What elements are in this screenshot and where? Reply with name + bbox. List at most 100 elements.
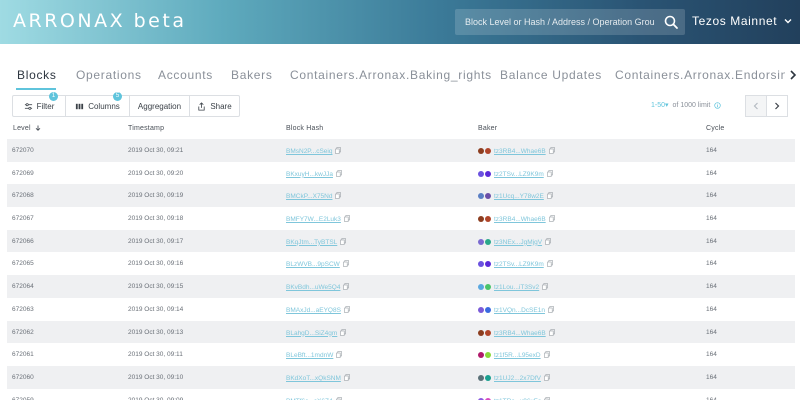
app-logo[interactable]: ARRONAX beta [13, 10, 186, 32]
baker-identicon-dot [478, 148, 484, 154]
table-row[interactable]: 672061 2019 Oct 30, 09:11 BLeBft...1mdnW tz… [7, 343, 795, 366]
copy-icon[interactable] [544, 374, 550, 381]
baker-address-link[interactable]: tz2TSv...LZ9K9m [494, 261, 544, 268]
cell-block-hash: BLahgD...SiZ4gm [286, 328, 347, 337]
copy-icon[interactable] [335, 192, 342, 200]
block-hash-link[interactable]: BKxuyH...kwJJa [286, 171, 333, 178]
copy-icon[interactable] [545, 237, 551, 245]
block-hash-link[interactable]: BMAxJd...aEYQ8S [286, 307, 341, 314]
table-row[interactable]: 672066 2019 Oct 30, 09:17 BKqJtm...TyBTSL t… [7, 229, 795, 253]
block-hash-link[interactable]: BLahgD...SiZ4gm [286, 330, 337, 337]
cell-baker: tz2TSv...LZ9K9m [478, 260, 553, 268]
tab-baking-rights[interactable]: Containers.Arronax.Baking_rights [290, 68, 492, 82]
cell-timestamp: 2019 Oct 30, 09:11 [128, 351, 183, 359]
copy-icon[interactable] [548, 215, 555, 222]
table-row[interactable]: 672068 2019 Oct 30, 09:19 BMCkP...X75Nd tz1… [7, 184, 795, 208]
table-row[interactable]: 672069 2019 Oct 30, 09:20 BKxuyH...kwJJa tz… [7, 162, 795, 185]
copy-icon[interactable] [335, 396, 342, 400]
copy-icon[interactable] [340, 237, 347, 245]
search-input[interactable] [455, 9, 655, 35]
cell-baker: tz1Lou...iT3Sv2 [478, 283, 548, 291]
table-row[interactable]: 672060 2019 Oct 30, 09:10 BKdXoT...xQkSNM t… [7, 365, 795, 389]
info-icon[interactable] [714, 101, 721, 109]
block-hash-link[interactable]: BLzWVB...9pSCW [286, 261, 340, 268]
cell-cycle: 164 [706, 237, 717, 245]
copy-icon[interactable] [336, 351, 343, 358]
pagination-info: 1-50▾ of 1000 limit [651, 101, 721, 109]
tab-endorsing-rights[interactable]: Containers.Arronax.Endorsing_ [615, 68, 785, 82]
column-header-cycle[interactable]: Cycle [706, 125, 725, 132]
copy-icon[interactable] [548, 147, 555, 154]
copy-icon[interactable] [548, 306, 554, 313]
columns-icon [76, 103, 84, 109]
copy-icon[interactable] [544, 396, 551, 400]
tab-accounts[interactable]: Accounts [158, 68, 213, 82]
table-row[interactable]: 672070 2019 Oct 30, 09:21 BMsN2P...cSeiq tz… [7, 139, 795, 162]
baker-address-link[interactable]: tz1Ucq...Y78w2E [494, 193, 544, 200]
copy-icon[interactable] [546, 169, 553, 177]
next-page-button[interactable] [766, 95, 788, 117]
copy-icon[interactable] [344, 374, 350, 381]
baker-address-link[interactable]: tz3NEx...JgMjgV [494, 239, 542, 246]
baker-address-link[interactable]: tz1UJ2...2x7DfV [494, 375, 541, 382]
search-icon[interactable] [663, 14, 679, 30]
copy-icon[interactable] [547, 192, 553, 200]
baker-address-link[interactable]: tz1VQn...DcSE1n [494, 307, 545, 314]
cell-cycle: 164 [706, 260, 717, 268]
table-row[interactable]: 672062 2019 Oct 30, 09:13 BLahgD...SiZ4gm t… [7, 320, 795, 344]
copy-icon[interactable] [343, 260, 349, 268]
columns-button[interactable]: Columns 5 [66, 92, 130, 117]
tab-bakers[interactable]: Bakers [231, 68, 273, 82]
block-hash-link[interactable]: BMsN2P...cSeiq [286, 148, 332, 155]
copy-icon[interactable] [335, 147, 342, 154]
copy-icon[interactable] [344, 306, 350, 313]
table-row[interactable]: 672059 2019 Oct 30, 09:09 BMTf6c...cX6Z4 tz… [7, 389, 795, 400]
table-row[interactable]: 672064 2019 Oct 30, 09:15 BKvBdh...uWe5Q4 t… [7, 275, 795, 298]
tab-blocks[interactable]: Blocks [17, 68, 57, 82]
share-button[interactable]: Share [190, 95, 240, 117]
share-icon [198, 101, 205, 111]
aggregation-button[interactable]: Aggregation [130, 95, 190, 117]
block-hash-link[interactable]: BKdXoT...xQkSNM [286, 375, 341, 382]
filter-button[interactable]: Filter 1 [12, 92, 66, 117]
limit-text: of 1000 limit [672, 101, 711, 109]
copy-icon[interactable] [343, 283, 350, 290]
column-header-timestamp[interactable]: Timestamp [128, 125, 164, 132]
copy-icon[interactable] [340, 328, 347, 336]
cell-baker: tz3RB4...Whae6B [478, 147, 555, 155]
copy-icon[interactable] [336, 169, 342, 177]
block-hash-link[interactable]: BLeBft...1mdnW [286, 352, 333, 359]
tab-operations[interactable]: Operations [76, 68, 142, 82]
block-hash-link[interactable]: BKqJtm...TyBTSL [286, 239, 337, 246]
tab-balance-updates[interactable]: Balance Updates [500, 68, 602, 82]
cell-cycle: 164 [706, 328, 717, 336]
table-row[interactable]: 672065 2019 Oct 30, 09:16 BLzWVB...9pSCW tz… [7, 252, 795, 275]
copy-icon[interactable] [344, 215, 350, 222]
baker-identicon-dot [485, 352, 491, 359]
block-hash-link[interactable]: BKvBdh...uWe5Q4 [286, 284, 340, 291]
baker-address-link[interactable]: tz3RB4...Whae6B [494, 216, 546, 223]
copy-icon[interactable] [546, 260, 553, 268]
column-header-level[interactable]: Level [13, 125, 41, 132]
table-row[interactable]: 672067 2019 Oct 30, 09:18 BMFY7W...E2Luk3 t… [7, 207, 795, 230]
column-header-baker[interactable]: Baker [478, 125, 497, 132]
copy-icon[interactable] [542, 283, 548, 290]
baker-address-link[interactable]: tz2TSv...LZ9K9m [494, 171, 544, 178]
baker-address-link[interactable]: tz3RB4...Whae6B [494, 330, 546, 337]
baker-identicon-dot [478, 306, 484, 313]
network-selector[interactable]: Tezos Mainnet [692, 14, 793, 28]
cell-block-hash: BKvBdh...uWe5Q4 [286, 283, 350, 291]
prev-page-button[interactable] [745, 95, 767, 117]
chevron-right-icon[interactable] [788, 69, 798, 81]
baker-identicon-dot [478, 329, 484, 336]
page-range-select[interactable]: 1-50▾ [651, 101, 669, 109]
block-hash-link[interactable]: BMCkP...X75Nd [286, 193, 332, 200]
column-header-block-hash[interactable]: Block Hash [286, 125, 323, 132]
copy-icon[interactable] [548, 328, 555, 336]
copy-icon[interactable] [543, 351, 550, 358]
baker-address-link[interactable]: tz1Lou...iT3Sv2 [494, 284, 539, 291]
baker-address-link[interactable]: tz3RB4...Whae6B [494, 148, 546, 155]
table-row[interactable]: 672063 2019 Oct 30, 09:14 BMAxJd...aEYQ8S t… [7, 298, 795, 321]
block-hash-link[interactable]: BMFY7W...E2Luk3 [286, 216, 341, 223]
baker-address-link[interactable]: tz1f5R...L95exD [494, 352, 541, 359]
